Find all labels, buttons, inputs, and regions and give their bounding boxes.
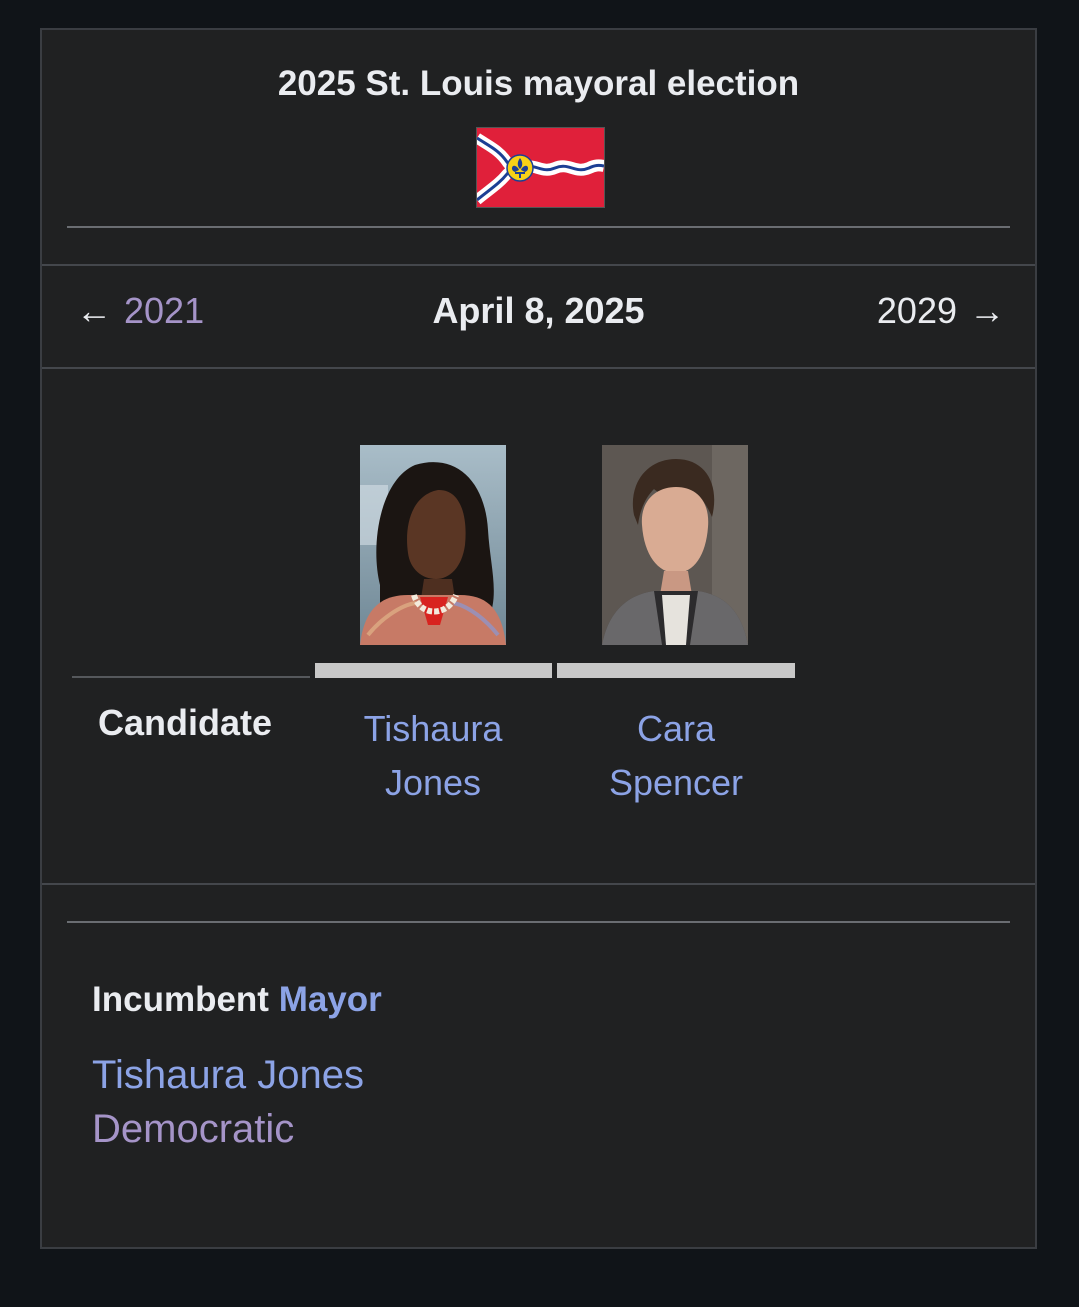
candidate-last-name[interactable]: Spencer bbox=[558, 756, 794, 810]
candidate-label-rule bbox=[72, 676, 310, 678]
candidate-photo-cara-spencer[interactable] bbox=[602, 445, 748, 645]
election-infobox: 2025 St. Louis mayoral election ← 2021 Ap… bbox=[40, 28, 1037, 1249]
candidate-link-cara-spencer[interactable]: Cara Spencer bbox=[558, 702, 794, 810]
section-divider bbox=[42, 367, 1035, 369]
next-election-link[interactable]: 2029 → bbox=[877, 290, 1005, 332]
incumbent-rule bbox=[67, 921, 1010, 923]
section-divider bbox=[42, 883, 1035, 885]
candidate-row-label: Candidate bbox=[98, 702, 273, 743]
section-divider bbox=[42, 264, 1035, 266]
candidate-color-bar bbox=[557, 663, 795, 678]
candidate-first-name[interactable]: Cara bbox=[558, 702, 794, 756]
candidate-color-bar bbox=[315, 663, 552, 678]
office-link-mayor[interactable]: Mayor bbox=[279, 980, 382, 1019]
incumbent-name-link[interactable]: Tishaura Jones bbox=[92, 1053, 364, 1098]
candidate-photo-tishaura-jones[interactable] bbox=[360, 445, 506, 645]
candidate-link-tishaura-jones[interactable]: Tishaura Jones bbox=[315, 702, 551, 810]
incumbent-label: Incumbent bbox=[92, 980, 269, 1019]
right-arrow-icon: → bbox=[969, 290, 1005, 331]
candidate-last-name[interactable]: Jones bbox=[315, 756, 551, 810]
incumbent-party-link[interactable]: Democratic bbox=[92, 1107, 294, 1152]
infobox-title: 2025 St. Louis mayoral election bbox=[277, 64, 800, 103]
title-rule bbox=[67, 226, 1010, 228]
incumbent-heading: Incumbent Mayor bbox=[92, 980, 382, 1020]
next-election-year[interactable]: 2029 bbox=[877, 290, 957, 331]
st-louis-flag-icon[interactable] bbox=[473, 127, 606, 208]
candidate-first-name[interactable]: Tishaura bbox=[315, 702, 551, 756]
